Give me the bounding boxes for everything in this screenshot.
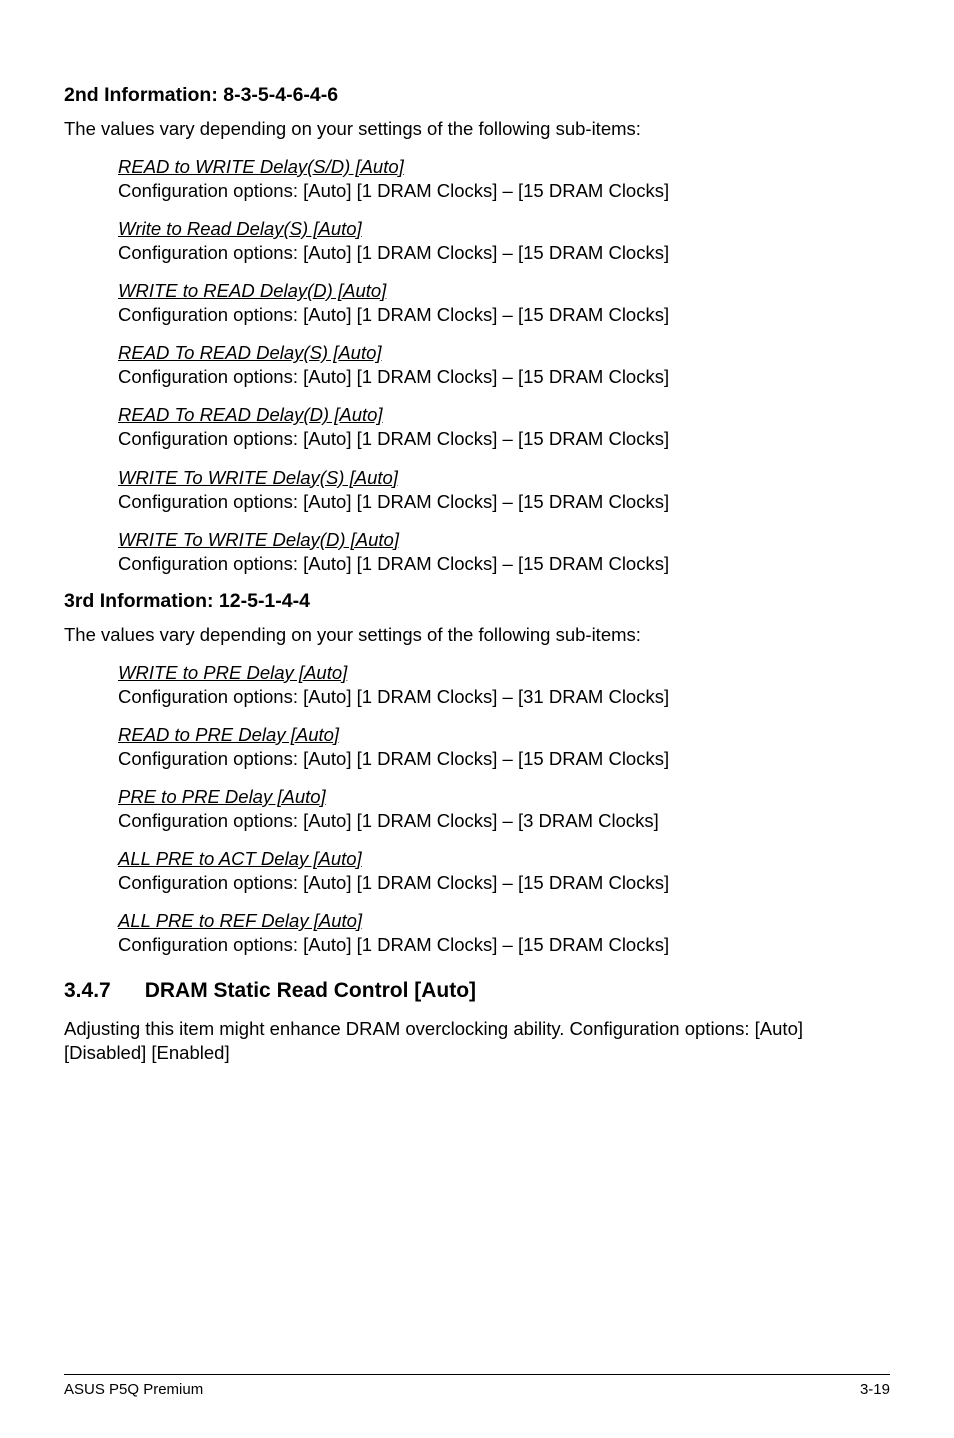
option-block: READ to WRITE Delay(S/D) [Auto] Configur… bbox=[118, 155, 890, 203]
option-title: WRITE to PRE Delay [Auto] bbox=[118, 661, 890, 685]
option-desc: Configuration options: [Auto] [1 DRAM Cl… bbox=[118, 303, 890, 327]
option-desc: Configuration options: [Auto] [1 DRAM Cl… bbox=[118, 427, 890, 451]
option-desc: Configuration options: [Auto] [1 DRAM Cl… bbox=[118, 241, 890, 265]
option-desc: Configuration options: [Auto] [1 DRAM Cl… bbox=[118, 490, 890, 514]
section-heading-347: 3.4.7 DRAM Static Read Control [Auto] bbox=[64, 979, 890, 1003]
option-desc: Configuration options: [Auto] [1 DRAM Cl… bbox=[118, 933, 890, 957]
option-block: Write to Read Delay(S) [Auto] Configurat… bbox=[118, 217, 890, 265]
option-desc: Configuration options: [Auto] [1 DRAM Cl… bbox=[118, 871, 890, 895]
option-title: PRE to PRE Delay [Auto] bbox=[118, 785, 890, 809]
option-block: WRITE to READ Delay(D) [Auto] Configurat… bbox=[118, 279, 890, 327]
option-desc: Configuration options: [Auto] [1 DRAM Cl… bbox=[118, 365, 890, 389]
section-title: DRAM Static Read Control [Auto] bbox=[145, 979, 476, 1003]
option-title: Write to Read Delay(S) [Auto] bbox=[118, 217, 890, 241]
intro-2nd-info: The values vary depending on your settin… bbox=[64, 117, 890, 141]
option-title: WRITE To WRITE Delay(D) [Auto] bbox=[118, 528, 890, 552]
intro-3rd-info: The values vary depending on your settin… bbox=[64, 623, 890, 647]
option-title: ALL PRE to REF Delay [Auto] bbox=[118, 909, 890, 933]
page-footer: ASUS P5Q Premium 3-19 bbox=[64, 1374, 890, 1398]
option-desc: Configuration options: [Auto] [1 DRAM Cl… bbox=[118, 179, 890, 203]
footer-right: 3-19 bbox=[860, 1381, 890, 1398]
option-block: READ to PRE Delay [Auto] Configuration o… bbox=[118, 723, 890, 771]
option-block: ALL PRE to REF Delay [Auto] Configuratio… bbox=[118, 909, 890, 957]
option-block: READ To READ Delay(S) [Auto] Configurati… bbox=[118, 341, 890, 389]
section-347-desc: Adjusting this item might enhance DRAM o… bbox=[64, 1017, 890, 1065]
option-block: READ To READ Delay(D) [Auto] Configurati… bbox=[118, 403, 890, 451]
option-title: READ to PRE Delay [Auto] bbox=[118, 723, 890, 747]
option-title: READ to WRITE Delay(S/D) [Auto] bbox=[118, 155, 890, 179]
option-block: ALL PRE to ACT Delay [Auto] Configuratio… bbox=[118, 847, 890, 895]
heading-2nd-info: 2nd Information: 8-3-5-4-6-4-6 bbox=[64, 84, 890, 107]
option-desc: Configuration options: [Auto] [1 DRAM Cl… bbox=[118, 809, 890, 833]
option-desc: Configuration options: [Auto] [1 DRAM Cl… bbox=[118, 747, 890, 771]
section-number: 3.4.7 bbox=[64, 979, 111, 1003]
option-title: READ To READ Delay(S) [Auto] bbox=[118, 341, 890, 365]
option-title: READ To READ Delay(D) [Auto] bbox=[118, 403, 890, 427]
footer-left: ASUS P5Q Premium bbox=[64, 1381, 203, 1398]
option-title: ALL PRE to ACT Delay [Auto] bbox=[118, 847, 890, 871]
option-desc: Configuration options: [Auto] [1 DRAM Cl… bbox=[118, 685, 890, 709]
option-block: PRE to PRE Delay [Auto] Configuration op… bbox=[118, 785, 890, 833]
option-block: WRITE To WRITE Delay(S) [Auto] Configura… bbox=[118, 466, 890, 514]
heading-3rd-info: 3rd Information: 12-5-1-4-4 bbox=[64, 590, 890, 613]
option-title: WRITE to READ Delay(D) [Auto] bbox=[118, 279, 890, 303]
option-desc: Configuration options: [Auto] [1 DRAM Cl… bbox=[118, 552, 890, 576]
option-block: WRITE To WRITE Delay(D) [Auto] Configura… bbox=[118, 528, 890, 576]
option-block: WRITE to PRE Delay [Auto] Configuration … bbox=[118, 661, 890, 709]
option-title: WRITE To WRITE Delay(S) [Auto] bbox=[118, 466, 890, 490]
